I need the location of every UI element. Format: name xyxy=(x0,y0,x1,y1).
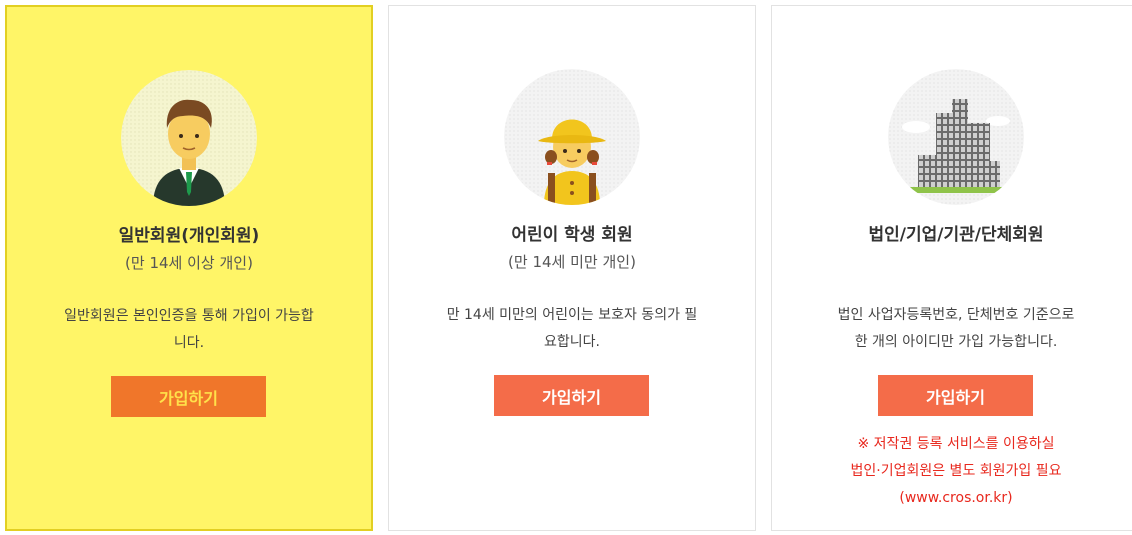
student-child-icon xyxy=(504,69,640,205)
notice-line: ※ 저작권 등록 서비스를 이용하실 xyxy=(857,436,1055,452)
description-line: 일반회원은 본인인증을 통해 가입이 가능합 xyxy=(64,308,314,324)
card-subtitle: (만 14세 미만 개인) xyxy=(508,253,636,271)
card-title: 어린이 학생 회원 xyxy=(511,225,633,245)
buildings-icon xyxy=(888,69,1024,205)
join-button-general[interactable]: 가입하기 xyxy=(111,376,266,417)
join-button-child[interactable]: 가입하기 xyxy=(494,375,649,416)
businessman-icon xyxy=(121,70,257,206)
join-button-corporate[interactable]: 가입하기 xyxy=(878,375,1033,416)
card-description: 법인 사업자등록번호, 단체번호 기준으로 한 개의 아이디만 가입 가능합니다… xyxy=(802,302,1110,356)
description-line: 한 개의 아이디만 가입 가능합니다. xyxy=(854,334,1058,350)
notice-line: 법인·기업회원은 별도 회원가입 필요 xyxy=(850,463,1062,479)
card-description: 만 14세 미만의 어린이는 보호자 동의가 필 요합니다. xyxy=(419,302,725,356)
card-title: 일반회원(개인회원) xyxy=(118,226,260,246)
description-line: 니다. xyxy=(173,335,205,351)
description-line: 요합니다. xyxy=(544,334,600,350)
card-description: 일반회원은 본인인증을 통해 가입이 가능합 니다. xyxy=(37,303,341,357)
member-type-card-corporate[interactable]: 법인/기업/기관/단체회원 법인 사업자등록번호, 단체번호 기준으로 한 개의… xyxy=(771,5,1132,531)
notice-link[interactable]: (www.cros.or.kr) xyxy=(772,485,1132,512)
member-type-card-general[interactable]: 일반회원(개인회원) (만 14세 이상 개인) 일반회원은 본인인증을 통해 … xyxy=(5,5,373,531)
card-subtitle: (만 14세 이상 개인) xyxy=(125,254,253,272)
copyright-notice: ※ 저작권 등록 서비스를 이용하실 법인·기업회원은 별도 회원가입 필요 (… xyxy=(772,431,1132,512)
card-title: 법인/기업/기관/단체회원 xyxy=(868,225,1044,245)
description-line: 만 14세 미만의 어린이는 보호자 동의가 필 xyxy=(446,307,698,323)
member-type-card-child[interactable]: 어린이 학생 회원 (만 14세 미만 개인) 만 14세 미만의 어린이는 보… xyxy=(388,5,756,531)
description-line: 법인 사업자등록번호, 단체번호 기준으로 xyxy=(837,307,1075,323)
